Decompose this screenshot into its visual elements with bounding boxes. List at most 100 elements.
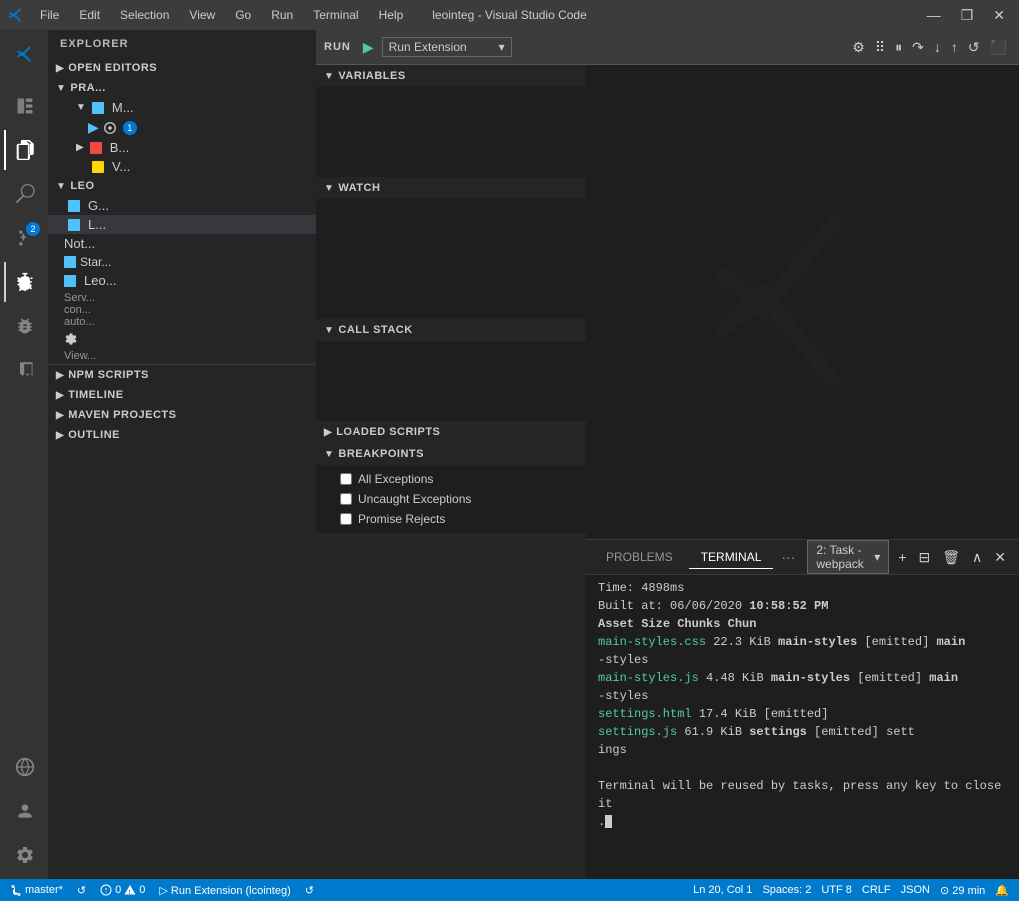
file-icon-blue2 (68, 200, 80, 212)
terminal-task-dropdown[interactable]: 2: Task - webpack ▾ (807, 540, 889, 574)
leo-serv-settings[interactable] (48, 330, 316, 348)
npm-scripts-section[interactable]: ▶ NPM SCRIPTS (48, 365, 316, 385)
statusbar-errors[interactable]: 0 0 (96, 879, 149, 901)
activity-accounts-icon[interactable] (4, 791, 44, 831)
pause-icon[interactable]: ⏸ (891, 37, 906, 58)
pra-item-1[interactable]: ▼ M... (56, 98, 316, 117)
menu-selection[interactable]: Selection (112, 6, 177, 24)
activity-scm-icon[interactable]: 2 (4, 218, 44, 258)
step-into-icon[interactable]: ↓ (930, 37, 945, 58)
delete-terminal-button[interactable]: 🗑 (937, 547, 965, 568)
menu-view[interactable]: View (181, 6, 223, 24)
watch-section-header[interactable]: ▼ WATCH (316, 177, 586, 199)
outline-section[interactable]: ▶ OUTLINE (48, 425, 316, 445)
loaded-scripts-section-header[interactable]: ▶ LOADED SCRIPTS (316, 421, 586, 443)
run-icon: ▶ (88, 119, 99, 136)
statusbar-run-ext[interactable]: ▷ Run Extension (lcointeg) (155, 879, 294, 901)
breakpoints-section-header[interactable]: ▼ BREAKPOINTS (316, 443, 586, 465)
settings-icon[interactable]: ⚙ (848, 37, 869, 58)
activity-remote-icon[interactable] (4, 747, 44, 787)
leo-view-item[interactable]: View... (48, 348, 316, 364)
layout-icon[interactable]: ⠿ (871, 37, 889, 58)
breakpoint-promise-rejects[interactable]: Promise Rejects (316, 509, 586, 529)
add-terminal-button[interactable]: + (893, 547, 911, 568)
activity-search-icon[interactable] (4, 174, 44, 214)
menu-go[interactable]: Go (227, 6, 259, 24)
problems-tab[interactable]: PROBLEMS (594, 546, 685, 569)
more-tabs-button[interactable]: ··· (777, 547, 799, 567)
run-dropdown[interactable]: Run Extension ▾ (382, 37, 512, 57)
activity-explorer-icon[interactable] (4, 130, 44, 170)
pra-item-2[interactable]: ▶ B... (56, 138, 316, 157)
statusbar-position[interactable]: Ln 20, Col 1 (689, 884, 756, 896)
uncaught-exceptions-checkbox[interactable] (340, 493, 352, 505)
menu-help[interactable]: Help (371, 6, 412, 24)
file-icon-yellow (92, 161, 104, 173)
statusbar-clock[interactable]: ⊙ 29 min (936, 884, 989, 897)
promise-rejects-label: Promise Rejects (358, 512, 445, 526)
menu-run[interactable]: Run (263, 6, 301, 24)
menu-edit[interactable]: Edit (71, 6, 108, 24)
minimize-button[interactable]: — (921, 5, 947, 26)
leo-item-not[interactable]: Not... (48, 234, 316, 253)
leo-leo-label: Leo... (84, 273, 117, 288)
terminal-content[interactable]: Time: 4898ms Built at: 06/06/2020 10:58:… (586, 575, 1019, 879)
file-settings-html: settings.html (598, 707, 692, 721)
chevron-down-icon: ▼ (56, 83, 66, 94)
run-ext-item[interactable]: ▶ 1 (56, 117, 316, 138)
file-icon-blue3 (68, 219, 80, 231)
call-stack-section-header[interactable]: ▼ CALL STACK (316, 319, 586, 341)
statusbar-line-ending[interactable]: CRLF (858, 884, 895, 896)
timeline-section[interactable]: ▶ TIMELINE (48, 385, 316, 405)
leo-star-item[interactable]: Star... (48, 253, 316, 271)
statusbar-language[interactable]: JSON (897, 884, 934, 896)
menu-file[interactable]: File (32, 6, 67, 24)
close-button[interactable]: ✕ (987, 5, 1011, 26)
debug-main: ▼ VARIABLES ▼ WATCH ▼ CALL STACK (316, 65, 1019, 879)
history-icon: ↺ (305, 884, 314, 897)
run-label: RUN (324, 41, 351, 53)
activity-sidebar-icon[interactable] (4, 86, 44, 126)
variables-content (316, 87, 586, 177)
statusbar-history-icon[interactable]: ↺ (301, 879, 318, 901)
restart-icon[interactable]: ↺ (964, 37, 984, 58)
breakpoint-all-exceptions[interactable]: All Exceptions (316, 469, 586, 489)
statusbar-branch[interactable]: master* (6, 879, 67, 901)
all-exceptions-checkbox[interactable] (340, 473, 352, 485)
statusbar-encoding[interactable]: UTF 8 (817, 884, 856, 896)
close-terminal-button[interactable]: ✕ (989, 547, 1011, 568)
statusbar-spaces[interactable]: Spaces: 2 (758, 884, 815, 896)
maximize-terminal-button[interactable]: ∧ (967, 547, 987, 568)
leo-item-leo[interactable]: Leo... (48, 271, 316, 290)
maximize-button[interactable]: ❐ (955, 5, 980, 26)
leo-item-l[interactable]: L... (48, 215, 316, 234)
split-terminal-button[interactable]: ⊟ (914, 547, 936, 568)
statusbar-bell[interactable]: 🔔 (991, 884, 1013, 897)
chevron-down-icon: ▼ (324, 325, 334, 336)
open-editors-section[interactable]: ▶ OPEN EDITORS (48, 58, 316, 78)
activity-vscode-icon[interactable] (4, 34, 44, 74)
activity-testing-icon[interactable] (4, 350, 44, 390)
pra-item-3[interactable]: V... (56, 157, 316, 176)
activity-extensions-icon[interactable] (4, 306, 44, 346)
activity-debug-icon[interactable] (4, 262, 44, 302)
statusbar-sync[interactable]: ↺ (73, 879, 90, 901)
breakpoint-uncaught-exceptions[interactable]: Uncaught Exceptions (316, 489, 586, 509)
file-icon-red (90, 142, 102, 154)
menu-terminal[interactable]: Terminal (305, 6, 366, 24)
stop-icon[interactable]: ⬛ (986, 37, 1011, 58)
terminal-tab[interactable]: TERMINAL (689, 546, 774, 569)
promise-rejects-checkbox[interactable] (340, 513, 352, 525)
pra-section[interactable]: ▼ PRA... (48, 78, 316, 98)
step-over-icon[interactable]: ↷ (908, 37, 928, 58)
start-debug-button[interactable]: ▶ (359, 37, 378, 58)
leo-item-g[interactable]: G... (48, 196, 316, 215)
gear-icon (64, 332, 78, 346)
error-icon (100, 884, 112, 896)
maven-section[interactable]: ▶ MAVEN PROJECTS (48, 405, 316, 425)
activity-settings-icon[interactable] (4, 835, 44, 875)
step-out-icon[interactable]: ↑ (947, 37, 962, 58)
leo-section[interactable]: ▼ LEO (48, 176, 316, 196)
variables-section-header[interactable]: ▼ VARIABLES (316, 65, 586, 87)
terminal-task-label: 2: Task - webpack (816, 543, 870, 571)
